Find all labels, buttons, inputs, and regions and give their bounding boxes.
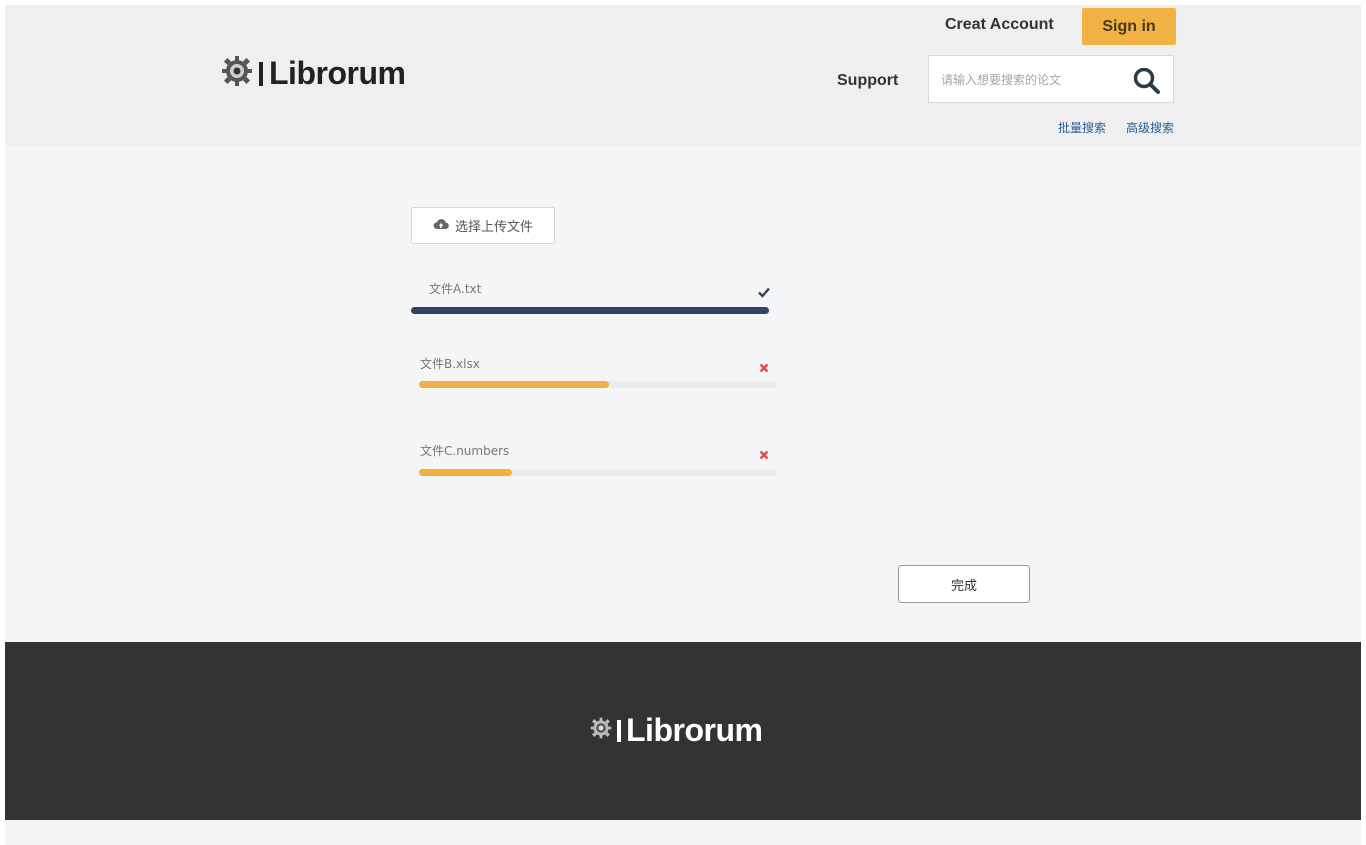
support-link[interactable]: Support	[837, 72, 898, 90]
file-name: 文件B.xlsx	[420, 357, 480, 371]
close-icon[interactable]	[757, 448, 771, 462]
site-footer: Librorum	[5, 642, 1361, 820]
footer-logo[interactable]: Librorum	[590, 712, 763, 749]
page: Librorum Creat Account Sign in Support 批…	[5, 5, 1361, 845]
cloud-upload-icon	[433, 218, 449, 234]
footer-brand-name: Librorum	[626, 712, 763, 748]
choose-file-label: 选择上传文件	[454, 220, 533, 235]
gear-lightbulb-icon	[221, 55, 253, 92]
logo[interactable]: Librorum	[221, 55, 406, 92]
check-icon	[757, 285, 771, 299]
advanced-search-link[interactable]: 高级搜索	[1126, 119, 1174, 136]
file-name: 文件C.numbers	[420, 444, 510, 458]
choose-file-button[interactable]: 选择上传文件	[411, 207, 555, 244]
file-name: 文件A.txt	[429, 282, 482, 296]
progress-track	[411, 307, 769, 314]
progress-track	[419, 381, 777, 388]
gear-lightbulb-icon	[590, 717, 612, 744]
create-account-link[interactable]: Creat Account	[945, 16, 1054, 34]
batch-search-link[interactable]: 批量搜索	[1058, 119, 1106, 136]
sign-in-button[interactable]: Sign in	[1082, 8, 1176, 45]
search-icon[interactable]	[1131, 65, 1163, 97]
progress-fill	[419, 381, 609, 388]
brand-name: Librorum	[269, 55, 406, 91]
site-header: Librorum Creat Account Sign in Support 批…	[5, 5, 1361, 146]
progress-fill	[411, 307, 769, 314]
logo-separator	[617, 719, 621, 742]
search-box	[928, 55, 1174, 103]
logo-separator	[259, 61, 263, 86]
done-button[interactable]: 完成	[898, 565, 1030, 603]
close-icon[interactable]	[757, 361, 771, 375]
search-input[interactable]	[939, 69, 1123, 91]
progress-track	[419, 469, 777, 476]
progress-fill	[419, 469, 513, 476]
